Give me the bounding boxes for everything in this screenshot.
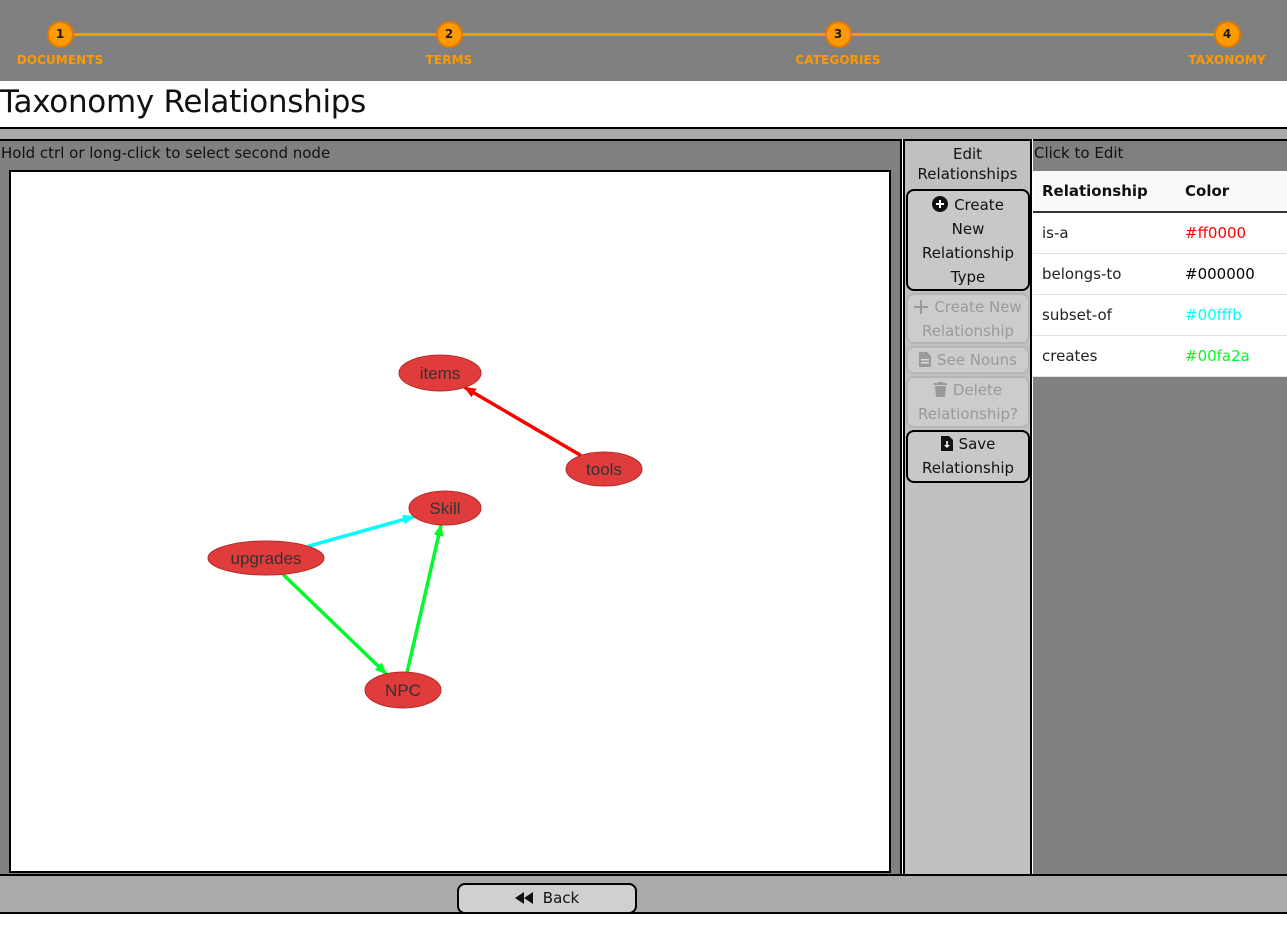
edge-upgrades-skill[interactable] bbox=[307, 514, 415, 548]
trash-icon bbox=[933, 382, 947, 397]
step-terms[interactable]: 2 TERMS bbox=[379, 21, 519, 67]
step-label: TERMS bbox=[425, 53, 473, 67]
graph-node-tools[interactable]: tools bbox=[565, 451, 643, 487]
table-row[interactable]: is-a #ff0000 bbox=[1033, 212, 1287, 254]
node-label: NPC bbox=[385, 681, 421, 700]
node-label: Skill bbox=[429, 499, 460, 518]
relationship-name: belongs-to bbox=[1033, 253, 1176, 295]
relationship-color: #000000 bbox=[1176, 253, 1287, 295]
back-button[interactable]: Back bbox=[457, 883, 637, 914]
edge-tools-items[interactable] bbox=[463, 385, 582, 458]
document-icon bbox=[919, 352, 931, 367]
stepper-line bbox=[60, 33, 1227, 36]
rewind-icon bbox=[514, 892, 533, 904]
node-label: upgrades bbox=[231, 549, 302, 568]
table-header-row: Relationship Color bbox=[1033, 171, 1287, 213]
step-label: DOCUMENTS bbox=[16, 53, 104, 67]
node-label: items bbox=[420, 364, 461, 383]
node-label: tools bbox=[586, 460, 622, 479]
graph-node-skill[interactable]: Skill bbox=[408, 490, 482, 526]
plus-icon bbox=[914, 300, 929, 314]
section-gap bbox=[0, 129, 1287, 139]
delete-relationship-button[interactable]: Delete Relationship? bbox=[906, 376, 1030, 428]
relationships-table: Relationship Color is-a #ff0000 belongs-… bbox=[1033, 171, 1287, 377]
create-relationship-label: Create New Relationship bbox=[921, 298, 1022, 340]
create-relationship-type-button[interactable]: Create New Relationship Type bbox=[906, 189, 1030, 291]
step-number: 3 bbox=[824, 21, 852, 48]
step-number: 4 bbox=[1213, 21, 1241, 48]
relationships-heading: Click to Edit bbox=[1034, 144, 1124, 162]
step-documents[interactable]: 1 DOCUMENTS bbox=[0, 21, 130, 67]
step-taxonomy[interactable]: 4 TAXONOMY bbox=[1157, 21, 1287, 67]
step-number: 1 bbox=[46, 21, 74, 48]
graph-node-items[interactable]: items bbox=[398, 354, 482, 392]
edit-heading: Edit Relationships bbox=[917, 145, 1018, 183]
file-download-icon bbox=[940, 436, 953, 451]
edge-npc-skill[interactable] bbox=[405, 523, 444, 673]
plus-circle-icon bbox=[932, 196, 949, 212]
graph-node-upgrades[interactable]: upgrades bbox=[207, 540, 325, 576]
table-row[interactable]: belongs-to #000000 bbox=[1033, 253, 1287, 295]
save-relationship-label: Save Relationship bbox=[921, 435, 1015, 477]
graph-panel: Hold ctrl or long-click to select second… bbox=[0, 139, 902, 875]
see-nouns-label: See Nouns bbox=[937, 351, 1017, 369]
relationships-panel: Click to Edit Relationship Color is-a #f… bbox=[1033, 139, 1287, 875]
graph-svg[interactable]: items tools Skill upgrades NPC bbox=[11, 172, 889, 871]
table-row[interactable]: creates #00fa2a bbox=[1033, 335, 1287, 377]
see-nouns-button[interactable]: See Nouns bbox=[906, 346, 1030, 374]
relationship-name: subset-of bbox=[1033, 294, 1176, 336]
footer-bar: Back bbox=[0, 874, 1287, 914]
graph-node-npc[interactable]: NPC bbox=[364, 671, 442, 709]
step-number: 2 bbox=[435, 21, 463, 48]
graph-hint: Hold ctrl or long-click to select second… bbox=[1, 144, 331, 162]
table-row[interactable]: subset-of #00fffb bbox=[1033, 294, 1287, 336]
relationship-color: #00fa2a bbox=[1176, 335, 1287, 377]
page-title: Taxonomy Relationships bbox=[0, 84, 367, 120]
edit-relationships-panel: Edit Relationships Create New Relationsh… bbox=[903, 139, 1032, 875]
progress-stepper: 1 DOCUMENTS 2 TERMS 3 CATEGORIES 4 TAXON… bbox=[0, 0, 1287, 81]
column-header-relationship: Relationship bbox=[1033, 171, 1176, 213]
edge-upgrades-npc[interactable] bbox=[281, 573, 388, 676]
back-label: Back bbox=[542, 889, 580, 907]
step-label: TAXONOMY bbox=[1188, 53, 1266, 67]
step-label: CATEGORIES bbox=[795, 53, 881, 67]
step-categories[interactable]: 3 CATEGORIES bbox=[768, 21, 908, 67]
relationship-name: creates bbox=[1033, 335, 1176, 377]
relationship-name: is-a bbox=[1033, 212, 1176, 254]
create-relationship-button[interactable]: Create New Relationship bbox=[906, 293, 1030, 344]
column-header-color: Color bbox=[1176, 171, 1287, 213]
relationship-color: #00fffb bbox=[1176, 294, 1287, 336]
save-relationship-button[interactable]: Save Relationship bbox=[906, 430, 1030, 483]
relationship-color: #ff0000 bbox=[1176, 212, 1287, 254]
graph-canvas[interactable]: items tools Skill upgrades NPC bbox=[9, 170, 891, 873]
